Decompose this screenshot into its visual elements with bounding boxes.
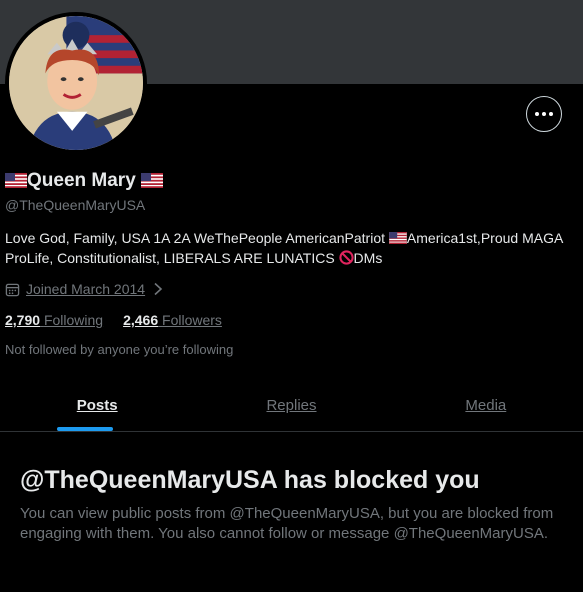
followers-link[interactable]: 2,466 Followers bbox=[123, 312, 222, 328]
tab-label: Media bbox=[465, 397, 507, 414]
blocked-title: @TheQueenMaryUSA has blocked you bbox=[20, 466, 480, 494]
prohibited-icon bbox=[338, 250, 354, 265]
profile-handle: @TheQueenMaryUSA bbox=[5, 197, 146, 213]
tabs-divider bbox=[0, 431, 583, 432]
followers-count: 2,466 bbox=[123, 312, 159, 328]
profile-name-text: Queen Mary bbox=[27, 170, 136, 191]
us-flag-icon bbox=[141, 173, 164, 188]
tab-posts[interactable]: Posts bbox=[0, 385, 194, 431]
more-dot bbox=[542, 112, 546, 116]
tab-label: Posts bbox=[76, 397, 118, 414]
more-dot bbox=[549, 112, 553, 116]
calendar-icon bbox=[5, 283, 20, 296]
more-options-button[interactable] bbox=[526, 96, 562, 132]
following-link[interactable]: 2,790 Following bbox=[5, 312, 103, 328]
profile-bio: Love God, Family, USA 1A 2A WeThePeople … bbox=[5, 228, 580, 268]
avatar[interactable] bbox=[5, 12, 147, 154]
follow-stats: 2,790 Following 2,466 Followers bbox=[5, 312, 222, 328]
profile-tabs: Posts Replies Media bbox=[0, 385, 583, 431]
profile-name: Queen Mary bbox=[5, 170, 164, 192]
blocked-message: You can view public posts from @TheQueen… bbox=[20, 505, 554, 542]
avatar-image bbox=[9, 16, 143, 150]
joined-text[interactable]: Joined March 2014 bbox=[26, 281, 145, 297]
us-flag-icon bbox=[5, 173, 27, 188]
not-followed-note: Not followed by anyone you’re following bbox=[5, 342, 234, 357]
followers-label: Followers bbox=[162, 312, 222, 328]
chevron-right-icon bbox=[154, 282, 163, 296]
tab-label: Replies bbox=[266, 397, 317, 414]
more-horizontal-icon bbox=[535, 112, 539, 116]
following-count: 2,790 bbox=[5, 312, 41, 328]
bio-text: DMs bbox=[353, 250, 383, 266]
joined-date[interactable]: Joined March 2014 bbox=[5, 281, 163, 297]
tab-replies[interactable]: Replies bbox=[194, 385, 388, 431]
tab-media[interactable]: Media bbox=[389, 385, 583, 431]
following-label: Following bbox=[43, 312, 104, 328]
us-flag-icon bbox=[389, 232, 407, 244]
bio-text: Love God, Family, USA 1A 2A WeThePeople … bbox=[5, 230, 389, 246]
